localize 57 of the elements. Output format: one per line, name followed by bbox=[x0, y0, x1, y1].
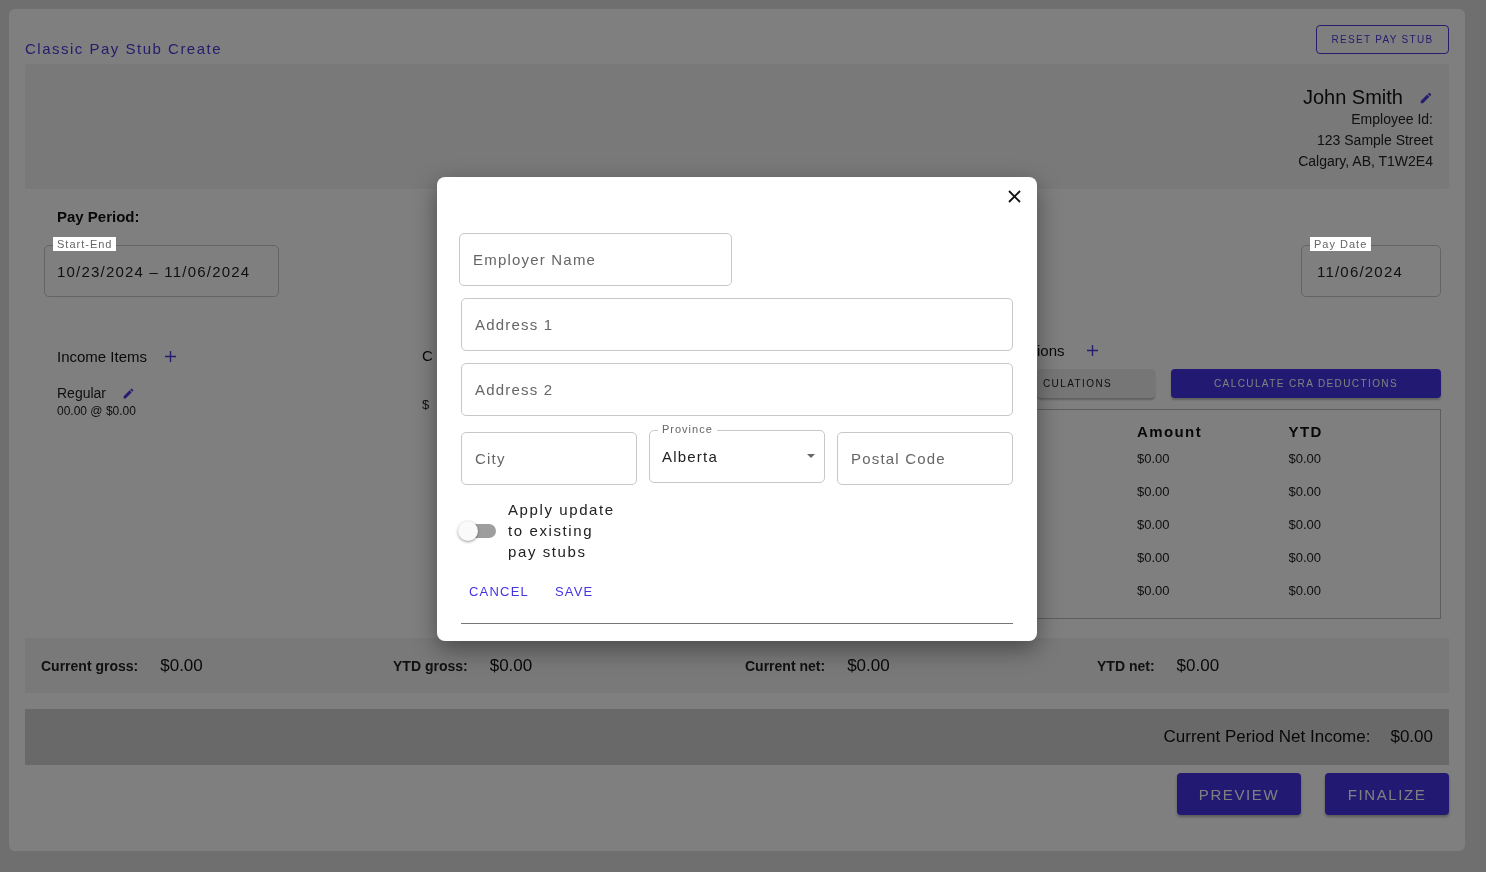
table-cell-text: $0.00 bbox=[1137, 451, 1171, 466]
column-heading: C bbox=[422, 346, 434, 366]
pay-period-label: Pay Period: bbox=[56, 208, 141, 225]
pencil-icon[interactable] bbox=[122, 386, 136, 400]
province-select[interactable]: Province Alberta bbox=[649, 422, 825, 483]
table-cell-text: $0.00 bbox=[1137, 484, 1171, 499]
address-field[interactable]: Address 1 bbox=[461, 298, 1013, 351]
address-field[interactable]: Address 2 bbox=[461, 363, 1013, 416]
table-cell-text: $0.00 bbox=[1288, 484, 1323, 499]
postal-code-field[interactable]: Postal Code bbox=[837, 432, 1013, 485]
total-label: Current net: bbox=[745, 657, 826, 674]
table-cell-text: $0.00 bbox=[1137, 550, 1171, 565]
page-title: Classic Pay Stub Create bbox=[25, 40, 223, 57]
employee-detail: Employee Id: bbox=[1351, 110, 1433, 129]
column-header: YTD bbox=[1288, 422, 1324, 440]
employee-detail: Calgary, AB, T1W2E4 bbox=[1298, 152, 1433, 171]
column-header: Amount bbox=[1137, 422, 1204, 440]
add-icon[interactable] bbox=[165, 350, 177, 362]
pencil-icon[interactable] bbox=[1419, 90, 1433, 105]
caret-icon[interactable] bbox=[807, 454, 815, 458]
net-income-label: Current Period Net Income: bbox=[1163, 727, 1371, 747]
net-income-value: $0.00 bbox=[1390, 727, 1433, 747]
deductions-heading: ions bbox=[1037, 341, 1065, 359]
employee-detail: 123 Sample Street bbox=[1317, 131, 1433, 150]
table-cell-text: $0.00 bbox=[1288, 583, 1323, 598]
dialog-button[interactable]: SAVE bbox=[544, 578, 604, 605]
city-field[interactable]: City bbox=[461, 432, 637, 485]
calculations-button[interactable]: CULATIONS bbox=[1037, 369, 1155, 398]
date-range-field[interactable]: Start-End 10/23/2024 – 11/06/2024 bbox=[44, 237, 279, 297]
calculate-deductions-button[interactable]: CALCULATE CRA DEDUCTIONS bbox=[1171, 369, 1441, 398]
pay-date-field[interactable]: Pay Date 11/06/2024 bbox=[1301, 237, 1441, 297]
employee-name: John Smith bbox=[1302, 86, 1403, 109]
table-cell-text: $0.00 bbox=[1137, 583, 1171, 598]
total-value: $0.00 bbox=[847, 655, 890, 676]
total-label: YTD net: bbox=[1097, 657, 1155, 674]
total-value: $0.00 bbox=[489, 655, 533, 676]
table-cell-text: $0.00 bbox=[1288, 550, 1323, 565]
total-value: $0.00 bbox=[160, 655, 203, 676]
dialog-button[interactable]: CANCEL bbox=[459, 578, 539, 605]
action-button[interactable]: FINALIZE bbox=[1325, 773, 1449, 815]
table-cell-text: $0.00 bbox=[1137, 517, 1171, 532]
amount-value: $ bbox=[422, 397, 431, 412]
toggle-switch[interactable] bbox=[460, 523, 496, 538]
add-icon[interactable] bbox=[1086, 344, 1098, 356]
toggle-label: Apply update to existing pay stubs bbox=[508, 500, 616, 562]
total-value: $0.00 bbox=[1176, 655, 1220, 676]
reset-pay-stub-button[interactable]: RESET PAY STUB bbox=[1316, 25, 1449, 54]
income-items-heading: Income Items bbox=[57, 347, 148, 365]
table-cell-text: $0.00 bbox=[1288, 451, 1323, 466]
income-item-detail: 00.00 @ $0.00 bbox=[57, 404, 137, 418]
income-item-name: Regular bbox=[57, 385, 107, 401]
table-cell-text: $0.00 bbox=[1288, 517, 1323, 532]
close-icon[interactable] bbox=[1008, 190, 1021, 203]
action-button[interactable]: PREVIEW bbox=[1177, 773, 1301, 815]
total-label: YTD gross: bbox=[393, 657, 468, 674]
total-label: Current gross: bbox=[41, 657, 139, 674]
employer-name-field[interactable]: Employer Name bbox=[459, 233, 732, 286]
